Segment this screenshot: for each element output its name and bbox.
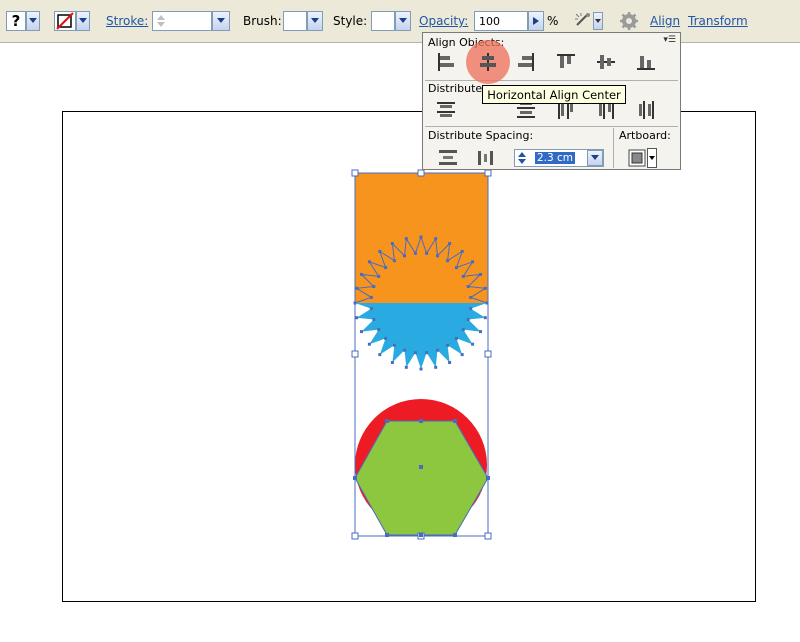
- vertical-distribute-space-icon[interactable]: [437, 147, 459, 169]
- divider: [613, 128, 614, 168]
- anchor-point: [483, 316, 487, 320]
- anchor-point: [460, 249, 464, 253]
- distribute-objects-label: Distribute: [428, 82, 483, 95]
- anchor-point: [419, 367, 423, 371]
- divider: [425, 80, 678, 81]
- anchor-point: [479, 272, 482, 276]
- align-to-selection-icon: [628, 149, 646, 167]
- anchor-point: [390, 242, 394, 245]
- anchor-point: [469, 295, 473, 299]
- anchor-point: [385, 533, 389, 537]
- resize-handle[interactable]: [484, 169, 492, 177]
- anchor-point: [378, 353, 382, 357]
- resize-handle[interactable]: [351, 350, 359, 358]
- anchor-point: [360, 330, 363, 334]
- anchor-point: [461, 274, 465, 278]
- anchor-point: [471, 260, 475, 264]
- anchor-point: [377, 328, 381, 332]
- anchor-point: [378, 249, 382, 253]
- artboard-label: Artboard:: [619, 129, 671, 142]
- horizontal-align-right-icon[interactable]: [515, 51, 537, 73]
- anchor-point: [392, 343, 396, 347]
- horizontal-align-left-icon[interactable]: [435, 51, 457, 73]
- anchor-point: [384, 266, 388, 270]
- anchor-point: [413, 251, 417, 255]
- anchor-point: [355, 286, 359, 290]
- vertical-align-center-icon[interactable]: [595, 51, 617, 73]
- vertical-distribute-top-icon[interactable]: [435, 99, 457, 121]
- anchor-point: [471, 342, 475, 346]
- anchor-point: [404, 365, 408, 369]
- anchor-point: [413, 351, 417, 355]
- anchor-point: [460, 353, 464, 357]
- vertical-align-top-icon[interactable]: [555, 51, 577, 73]
- anchor-point: [353, 476, 357, 480]
- panel-menu-icon[interactable]: ▾☰: [663, 35, 676, 45]
- anchor-point: [436, 254, 439, 258]
- anchor-point: [360, 272, 363, 276]
- anchor-point: [448, 361, 452, 364]
- stepper-icon[interactable]: [515, 150, 529, 166]
- anchor-point: [367, 260, 371, 264]
- vertical-align-bottom-icon[interactable]: [635, 51, 657, 73]
- anchor-point: [403, 254, 406, 258]
- anchor-point: [390, 361, 394, 364]
- anchor-point: [446, 343, 450, 347]
- anchor-point: [403, 348, 406, 352]
- anchor-point: [372, 285, 376, 288]
- spacing-field[interactable]: 2.3 cm: [514, 149, 604, 167]
- anchor-point: [404, 237, 408, 241]
- resize-handle[interactable]: [351, 169, 359, 177]
- distribute-spacing-label: Distribute Spacing:: [428, 129, 534, 142]
- horizontal-align-center-icon-active[interactable]: [477, 51, 499, 73]
- anchor-point: [483, 286, 487, 290]
- anchor-point: [425, 351, 429, 355]
- anchor-point: [453, 419, 457, 423]
- anchor-point: [486, 476, 490, 480]
- anchor-point: [385, 419, 389, 423]
- anchor-point: [485, 301, 489, 305]
- anchor-point: [434, 365, 438, 369]
- divider: [425, 126, 678, 127]
- resize-handle[interactable]: [484, 532, 492, 540]
- resize-handle[interactable]: [351, 532, 359, 540]
- anchor-point: [369, 295, 373, 299]
- horizontal-distribute-right-icon[interactable]: [635, 99, 657, 121]
- anchor-point: [367, 342, 371, 346]
- anchor-point: [453, 533, 457, 537]
- anchor-point: [479, 330, 482, 334]
- anchor-point: [392, 259, 396, 263]
- anchor-point: [454, 336, 458, 340]
- anchor-point: [377, 274, 381, 278]
- anchor-point: [446, 259, 450, 263]
- anchor-point: [355, 316, 359, 320]
- anchor-point: [466, 285, 470, 288]
- center-point: [419, 465, 423, 469]
- anchor-point: [384, 336, 388, 340]
- anchor-point: [434, 237, 438, 241]
- align-to-dropdown[interactable]: [627, 148, 657, 168]
- anchor-point: [466, 318, 470, 321]
- resize-handle[interactable]: [484, 350, 492, 358]
- tooltip: Horizontal Align Center: [482, 85, 626, 104]
- anchor-point: [419, 235, 423, 239]
- anchor-point: [461, 328, 465, 332]
- resize-handle[interactable]: [417, 169, 425, 177]
- anchor-point: [372, 318, 376, 321]
- anchor-point: [436, 348, 439, 352]
- chevron-down-icon[interactable]: [647, 148, 657, 168]
- anchor-point: [448, 242, 452, 245]
- anchor-point: [469, 307, 473, 311]
- chevron-down-icon[interactable]: [587, 150, 603, 166]
- anchor-point: [419, 419, 423, 423]
- anchor-point: [369, 307, 373, 311]
- spacing-input[interactable]: 2.3 cm: [535, 152, 576, 164]
- anchor-point: [425, 251, 429, 255]
- anchor-point: [454, 266, 458, 270]
- anchor-point: [353, 301, 357, 305]
- anchor-point: [419, 533, 423, 537]
- horizontal-distribute-space-icon[interactable]: [475, 147, 497, 169]
